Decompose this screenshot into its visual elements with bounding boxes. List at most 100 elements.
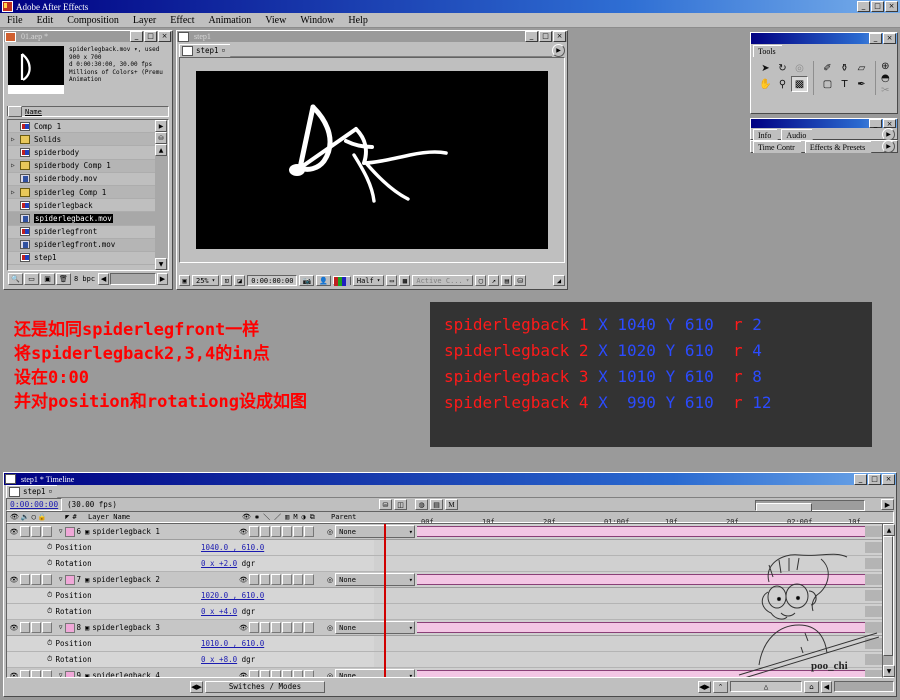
quality-toggle[interactable] bbox=[303, 622, 314, 633]
adjust-toggle[interactable] bbox=[270, 670, 281, 677]
timeline-scroll-up-button[interactable]: ▲ bbox=[883, 524, 895, 536]
layer-name-cell[interactable]: ▣ spiderlegback 2 bbox=[83, 575, 235, 584]
mask-tool[interactable]: ▩ bbox=[791, 76, 808, 92]
lock-toggle[interactable] bbox=[42, 574, 52, 585]
shape-tool[interactable]: ▢ bbox=[819, 76, 836, 92]
property-track[interactable] bbox=[374, 652, 893, 667]
cti-head[interactable] bbox=[380, 523, 389, 524]
fx-toggle[interactable] bbox=[248, 526, 259, 537]
tab-step1[interactable]: step1 ▫ bbox=[179, 43, 236, 57]
parent-cell[interactable]: ◎ None ▾ bbox=[324, 621, 415, 634]
timeline-panel-menu-icon[interactable]: ▶ bbox=[881, 499, 894, 510]
draft-3d-icon[interactable]: ◫ bbox=[394, 499, 407, 510]
transparency-grid-icon[interactable]: ◪ bbox=[234, 275, 246, 286]
zoom-tool[interactable]: ⚲ bbox=[774, 76, 791, 92]
audio-toggle[interactable] bbox=[20, 670, 30, 677]
layer-duration-bar[interactable] bbox=[417, 622, 865, 633]
project-item-spiderlegfront[interactable]: spiderlegfront bbox=[8, 226, 155, 239]
zoom-level-select[interactable]: 25% ▾ bbox=[192, 275, 220, 286]
app-window-buttons[interactable]: _ □ × bbox=[856, 1, 898, 12]
timeline-rows[interactable]: 👁 ▽ 6 ▣ spiderlegback 1 👁 ◎ None ▾ ⏱ Position 1040.… bbox=[6, 523, 894, 678]
scroll-right-button[interactable]: ▶ bbox=[155, 120, 167, 132]
audio-toggle[interactable] bbox=[20, 574, 30, 585]
binoculars-icon[interactable]: 🔍 bbox=[8, 273, 23, 285]
comp-timecode[interactable]: 0:00:00:00 bbox=[247, 275, 298, 286]
table-row[interactable]: 👁 ▽ 6 ▣ spiderlegback 1 👁 ◎ None ▾ bbox=[7, 524, 893, 540]
region-of-interest-icon[interactable]: ⊡ bbox=[221, 275, 233, 286]
tools-minimize-button[interactable]: _ bbox=[869, 33, 882, 44]
property-track[interactable] bbox=[374, 588, 893, 603]
scrollbar-track[interactable] bbox=[155, 156, 168, 258]
comp-close-button[interactable]: × bbox=[553, 31, 566, 42]
pen-tool[interactable]: ✒ bbox=[853, 76, 870, 92]
blur-toggle[interactable] bbox=[259, 574, 270, 585]
info-close-button[interactable]: × bbox=[883, 119, 896, 128]
project-item-spiderlegback[interactable]: spiderlegback bbox=[8, 199, 155, 213]
property-row[interactable]: ⏱ Rotation 0 x +4.0 dgr bbox=[7, 604, 893, 620]
shy-toggle-icon[interactable]: 👁 bbox=[239, 528, 248, 536]
menu-effect[interactable]: Effect bbox=[163, 15, 201, 26]
shy-toggle-icon[interactable]: 👁 bbox=[239, 576, 248, 584]
layer-switch-boxes[interactable]: 👁 bbox=[235, 670, 324, 677]
layer-duration-bar[interactable] bbox=[417, 574, 865, 585]
switches-modes-button[interactable]: Switches / Modes bbox=[205, 680, 325, 693]
channels-icon[interactable] bbox=[332, 276, 351, 286]
puppet-pin-tool[interactable]: ◓ bbox=[881, 72, 890, 84]
selection-tool[interactable]: ➤ bbox=[757, 60, 774, 76]
timeline-column-headers[interactable]: 👁 🔊 ◯ 🔒 ◤ # Layer Name 👁 ✱ ＼ ／ ▥ M ◑ ⧉ P… bbox=[6, 511, 894, 526]
maximize-button[interactable]: □ bbox=[871, 1, 884, 12]
lock-toggle[interactable] bbox=[42, 526, 52, 537]
eye-icon[interactable]: 👁 bbox=[9, 671, 19, 678]
layer-name-column-header[interactable]: Layer Name bbox=[84, 513, 238, 521]
3d-toggle[interactable] bbox=[281, 622, 292, 633]
comp-viewer-toolbar[interactable]: ▣ 25% ▾ ⊡ ◪ 0:00:00:00 📷 👤 Half ▾ ▭ ▩ Acti… bbox=[179, 274, 565, 287]
project-column-header[interactable]: Name bbox=[7, 106, 169, 117]
twirl-icon[interactable]: ▷ bbox=[11, 136, 20, 143]
panel-menu-arrow-icon-2[interactable]: ▶ bbox=[882, 140, 895, 153]
property-value[interactable]: 1010.0 , 610.0 bbox=[201, 639, 264, 648]
resize-grip[interactable]: ◢ bbox=[553, 275, 565, 286]
comp-maximize-button[interactable]: □ bbox=[539, 31, 552, 42]
parent-pickwhip-icon[interactable]: ◎ bbox=[327, 672, 333, 678]
parent-dropdown[interactable]: None ▾ bbox=[335, 573, 415, 586]
property-row[interactable]: ⏱ Position 1020.0 , 610.0 bbox=[7, 588, 893, 604]
tools-close-button[interactable]: × bbox=[883, 33, 896, 44]
adjust-toggle[interactable] bbox=[270, 622, 281, 633]
menu-layer[interactable]: Layer bbox=[126, 15, 163, 26]
parent-dropdown[interactable]: None ▾ bbox=[335, 525, 415, 538]
tab-tools[interactable]: Tools bbox=[753, 45, 787, 57]
twirl-down-icon[interactable]: ▽ bbox=[59, 624, 63, 631]
project-minimize-button[interactable]: _ bbox=[130, 31, 143, 42]
current-time-indicator[interactable] bbox=[384, 524, 386, 677]
property-name-cell[interactable]: ⏱ Rotation bbox=[7, 655, 197, 664]
menu-composition[interactable]: Composition bbox=[60, 15, 126, 26]
flowchart-button[interactable]: ⛁ bbox=[155, 132, 167, 144]
motion-blur-toggle-icon[interactable]: ◍ bbox=[415, 499, 428, 510]
always-preview-icon[interactable]: ▣ bbox=[179, 275, 190, 286]
eye-icon[interactable]: 👁 bbox=[9, 575, 19, 585]
column-toggle-cell[interactable] bbox=[8, 106, 22, 117]
layer-name-cell[interactable]: ▣ spiderlegback 3 bbox=[83, 623, 235, 632]
comp-canvas[interactable] bbox=[196, 71, 548, 249]
3d-toggle[interactable] bbox=[281, 670, 292, 677]
column-header-name[interactable]: Name bbox=[22, 108, 42, 116]
twirl-down-icon[interactable]: ▽ bbox=[59, 576, 63, 583]
parent-pickwhip-icon[interactable]: ◎ bbox=[327, 528, 333, 536]
layer-track[interactable] bbox=[415, 620, 893, 635]
property-track[interactable] bbox=[374, 556, 893, 571]
tools-tab-strip[interactable]: Tools bbox=[753, 45, 895, 57]
timeline-minimize-button[interactable]: _ bbox=[854, 473, 867, 485]
property-value-cell[interactable]: 1020.0 , 610.0 bbox=[197, 591, 286, 600]
property-value-cell[interactable]: 1010.0 , 610.0 bbox=[197, 639, 286, 648]
tool-group-primary[interactable]: ➤ ↻ ◎ ✋ ⚲ ▩ bbox=[757, 60, 808, 96]
expand-columns-button[interactable]: ◀▶ bbox=[190, 680, 203, 693]
layer-track[interactable] bbox=[415, 668, 893, 677]
hand-tool[interactable]: ✋ bbox=[757, 76, 774, 92]
label-color-swatch[interactable] bbox=[64, 526, 75, 537]
solo-toggle[interactable] bbox=[31, 670, 41, 677]
property-row[interactable]: ⏱ Position 1040.0 , 610.0 bbox=[7, 540, 893, 556]
property-name-cell[interactable]: ⏱ Position bbox=[7, 543, 197, 552]
parent-cell[interactable]: ◎ None ▾ bbox=[324, 669, 415, 678]
label-color-swatch[interactable] bbox=[64, 574, 75, 585]
roto-tool[interactable]: ✂ bbox=[881, 84, 890, 96]
